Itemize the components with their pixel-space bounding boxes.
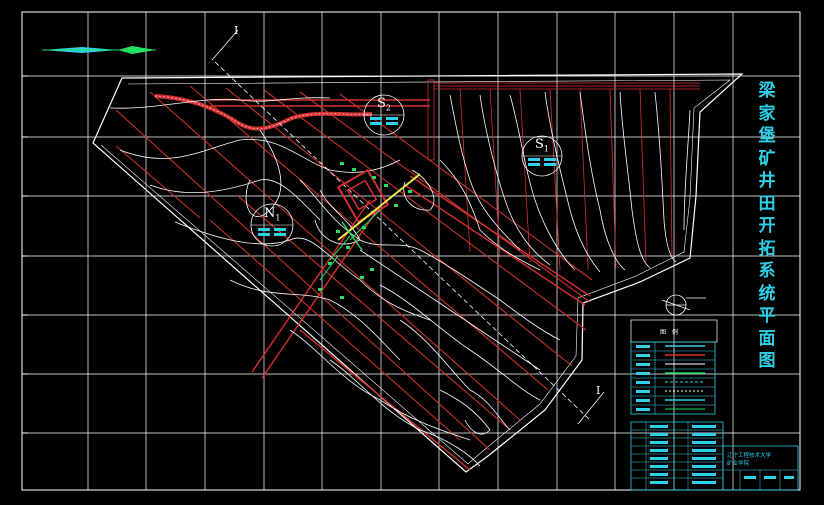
legend-header: 图 例: [660, 329, 679, 336]
district-label-sub: 1: [275, 213, 281, 223]
section-marker-top: I: [234, 24, 239, 37]
title-char: 梁: [758, 81, 776, 101]
title-char: 家: [758, 103, 776, 124]
district-label-main: N: [264, 206, 276, 221]
title-char: 面: [758, 328, 776, 349]
section-marker-bottom: I: [596, 384, 601, 397]
department-name: 矿业学院: [727, 461, 750, 467]
title-char: 井: [758, 171, 776, 191]
district-label-n1: N1: [264, 206, 280, 223]
district-label-s1: S1: [535, 137, 549, 154]
title-char: 开: [758, 216, 776, 236]
title-char: 图: [758, 351, 776, 371]
district-label-main: S: [535, 137, 544, 152]
border-ticks: [22, 75, 28, 434]
contour-lines: [109, 91, 691, 467]
borehole-markers: [318, 162, 412, 299]
title-char: 矿: [758, 148, 776, 169]
title-char: 田: [758, 193, 776, 214]
mine-plan-drawing: [21, 11, 801, 491]
title-char: 平: [758, 306, 776, 326]
title-char: 堡: [758, 126, 776, 146]
drawing-title: 梁 家 堡 矿 井 田 开 拓 系 统 平 面 图: [752, 80, 782, 373]
title-char: 拓: [758, 238, 776, 259]
inner-boundary: [100, 79, 731, 465]
district-label-main: S: [377, 96, 386, 111]
district-label-sub: 2: [385, 103, 391, 113]
title-char: 系: [758, 261, 776, 281]
title-char: 统: [758, 283, 776, 304]
title-block-text: 辽宁工程技术大学 矿业学院: [727, 452, 793, 468]
north-arrow: [42, 46, 156, 54]
institution-name: 辽宁工程技术大学: [727, 453, 772, 459]
district-label-sub: 1: [543, 144, 549, 154]
district-label-s2: S2: [377, 96, 391, 113]
mine-symbol: [661, 294, 706, 316]
mine-field-boundary: [92, 73, 744, 473]
shaft-site: [319, 168, 421, 281]
